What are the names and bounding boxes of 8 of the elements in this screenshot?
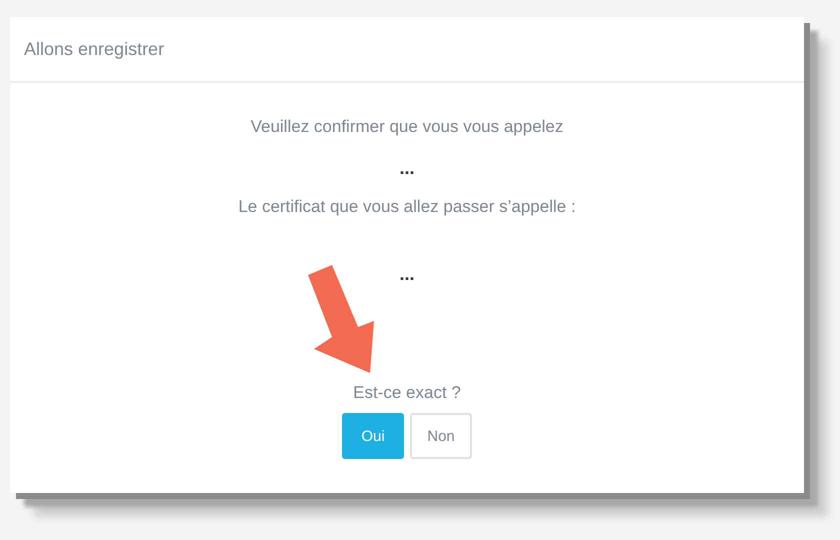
message-text: Le certificat que vous allez passer s’appelle : (238, 197, 576, 217)
dialog-title: Allons enregistrer (24, 38, 164, 60)
answer-button[interactable]: Non (410, 413, 472, 459)
answer-button[interactable]: Oui (342, 413, 404, 459)
message-text: Veuillez confirmer que vous vous appelez (250, 117, 564, 137)
name-value: ... (399, 265, 414, 283)
question-text: Est-ce exact ? (353, 383, 461, 403)
name-value: ... (399, 159, 414, 177)
